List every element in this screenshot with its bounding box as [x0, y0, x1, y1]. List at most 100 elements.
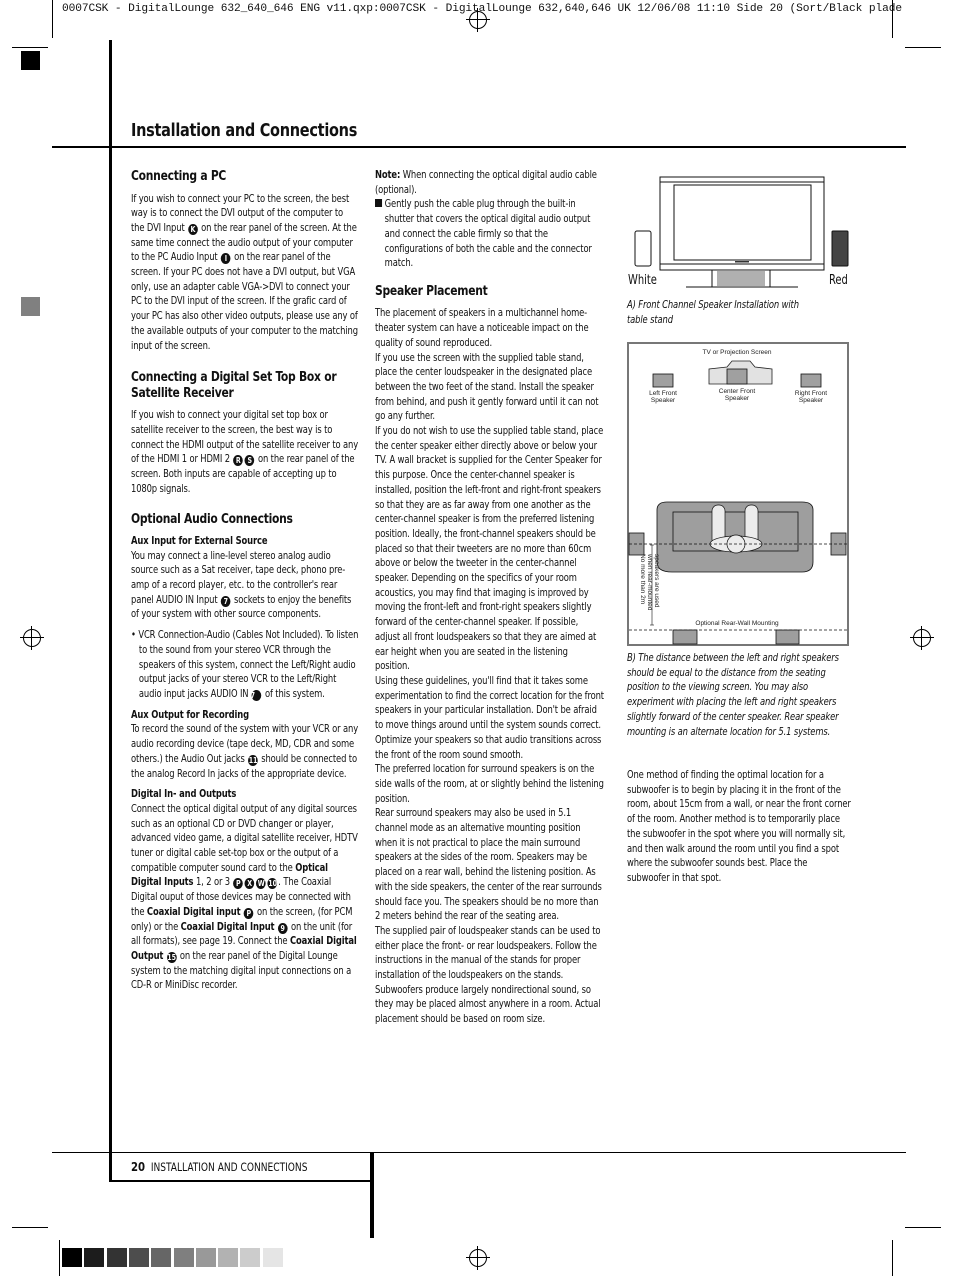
- black-tab-marker: [21, 51, 40, 70]
- heading-connecting-pc: Connecting a PC: [131, 168, 227, 184]
- paragraph-pc: If you wish to connect your PC to the sc…: [131, 192, 358, 352]
- square-bullet-icon: [375, 199, 383, 208]
- title-rule: [52, 146, 906, 148]
- footer-rule-top: [52, 1152, 906, 1153]
- subheading-aux-input: Aux Input for External Source: [131, 534, 268, 547]
- crop-mark: [12, 1227, 48, 1228]
- speaker-placement-body: The placement of speakers in a multichan…: [375, 306, 605, 1026]
- center-front-label-2: Speaker: [725, 395, 750, 402]
- grayscale-swatch: [151, 1248, 172, 1267]
- footer-rule-bottom: [109, 1180, 372, 1182]
- connector-badge-10: 10: [267, 878, 278, 890]
- connector-badge-w: W: [256, 878, 266, 890]
- connector-badge-7: 7: [251, 689, 262, 701]
- column-middle: Note: When connecting the optical digita…: [375, 168, 605, 1027]
- heading-set-top-box: Connecting a Digital Set Top Box or Sate…: [131, 369, 337, 401]
- rear-left-speaker: [672, 629, 698, 645]
- paragraph-digital: Connect the optical digital output of an…: [131, 802, 358, 992]
- figure-b-speaker-layout: TV or Projection Screen Left Front Speak…: [627, 342, 849, 646]
- tv-screen: [673, 184, 812, 261]
- crop-mark: [892, 0, 893, 38]
- white-speaker: [634, 230, 652, 267]
- subheading-digital: Digital In- and Outputs: [131, 788, 237, 801]
- right-front-label-2: Speaker: [799, 397, 824, 404]
- crop-mark: [12, 47, 48, 48]
- speaker-paragraph: If you use the screen with the supplied …: [375, 351, 599, 423]
- grayscale-swatch: [106, 1248, 127, 1267]
- distance-note: No more than 2m when rear-mounted speake…: [639, 553, 660, 611]
- left-front-label-2: Speaker: [651, 397, 676, 404]
- center-front-speaker: [726, 368, 748, 385]
- speaker-paragraph: The supplied pair of loudspeaker stands …: [375, 924, 601, 982]
- speaker-paragraph: The preferred location for surround spea…: [375, 763, 604, 805]
- crop-mark: [59, 1240, 60, 1276]
- speaker-paragraph: If you do not wish to use the supplied t…: [375, 425, 604, 673]
- svg-text:speakers are used: speakers are used: [653, 554, 660, 608]
- footer-right-rule: [370, 1152, 374, 1238]
- crop-mark: [905, 47, 941, 48]
- page-title: Installation and Connections: [131, 121, 358, 141]
- heading-optional-audio: Optional Audio Connections: [131, 511, 293, 528]
- speaker-paragraph: Subwoofers produce largely nondirectiona…: [375, 983, 601, 1026]
- registration-mark-bottom: [466, 1246, 490, 1270]
- registration-mark-right: [910, 626, 934, 650]
- rear-mount-label: Optional Rear-Wall Mounting: [695, 620, 779, 627]
- grayscale-swatch: [240, 1248, 261, 1267]
- subwoofer-paragraph: One method of finding the optimal locati…: [627, 769, 851, 884]
- crop-mark: [905, 1227, 941, 1228]
- tv-logo: [735, 261, 749, 263]
- grayscale-swatch: [62, 1248, 82, 1267]
- connector-badge-k: K: [188, 223, 198, 235]
- svg-text:No more than 2m: No more than 2m: [639, 554, 646, 604]
- grayscale-swatch: [128, 1248, 149, 1267]
- connector-badge-s: S: [244, 455, 255, 467]
- connector-badge-x: X: [244, 878, 255, 890]
- note-bullet: Gently push the cable plug through the b…: [375, 197, 605, 271]
- connector-badge-p: P: [243, 907, 254, 919]
- screen-label: TV or Projection Screen: [702, 349, 771, 356]
- subheading-aux-output: Aux Output for Recording: [131, 708, 249, 721]
- center-front-label: Center Front: [719, 388, 756, 395]
- crop-mark: [892, 1240, 893, 1276]
- footer-section: INSTALLATION AND CONNECTIONS: [150, 1161, 308, 1174]
- note: Note: When connecting the optical digita…: [375, 169, 597, 196]
- connector-badge-r: R: [233, 455, 244, 467]
- paragraph-aux-input: You may connect a line-level stereo anal…: [131, 549, 352, 621]
- connector-badge-p: P: [233, 878, 244, 890]
- red-speaker: [831, 230, 849, 267]
- bullet-vcr: • VCR Connection-Audio (Cables Not Inclu…: [131, 629, 359, 701]
- connector-badge-15: 15: [166, 951, 177, 963]
- speaker-paragraph: Using these guidelines, you'll find that…: [375, 675, 604, 761]
- right-surround-speaker: [830, 532, 847, 556]
- connector-badge-9: 9: [277, 922, 288, 934]
- paragraph-stb: If you wish to connect your digital set …: [131, 409, 359, 495]
- label-red: Red: [829, 273, 848, 288]
- rear-right-speaker: [775, 629, 800, 645]
- paragraph-aux-output: To record the sound of the system with y…: [131, 723, 359, 780]
- heading-speaker-placement: Speaker Placement: [375, 282, 488, 299]
- crop-mark: [52, 0, 53, 38]
- tv-stand-illustration: [634, 176, 849, 288]
- left-front-speaker: [652, 373, 674, 388]
- registration-mark-top: [466, 8, 490, 32]
- left-front-label: Left Front: [649, 390, 677, 397]
- svg-text:when rear-mounted: when rear-mounted: [646, 553, 653, 611]
- gray-tab-marker: [21, 297, 40, 316]
- connector-badge-i: I: [220, 253, 231, 265]
- grayscale-swatch: [84, 1248, 105, 1267]
- registration-mark-left: [20, 626, 44, 650]
- speaker-paragraph: Rear surround speakers may also be used …: [375, 807, 602, 923]
- connector-badge-11: 11: [248, 754, 258, 766]
- right-front-speaker: [800, 373, 822, 388]
- grayscale-swatch: [173, 1248, 194, 1267]
- grayscale-swatch: [262, 1248, 283, 1267]
- right-front-label: Right Front: [795, 390, 827, 397]
- page-number: 20: [131, 1159, 146, 1174]
- center-speaker: [717, 271, 765, 286]
- figure-a-caption: A) Front Channel Speaker Installation wi…: [627, 299, 799, 326]
- grayscale-swatch: [195, 1248, 216, 1267]
- speaker-paragraph: The placement of speakers in a multichan…: [375, 307, 589, 349]
- grayscale-swatch: [218, 1248, 239, 1267]
- connector-badge-7: 7: [220, 595, 231, 607]
- figure-b-caption: B) The distance between the left and rig…: [627, 652, 839, 738]
